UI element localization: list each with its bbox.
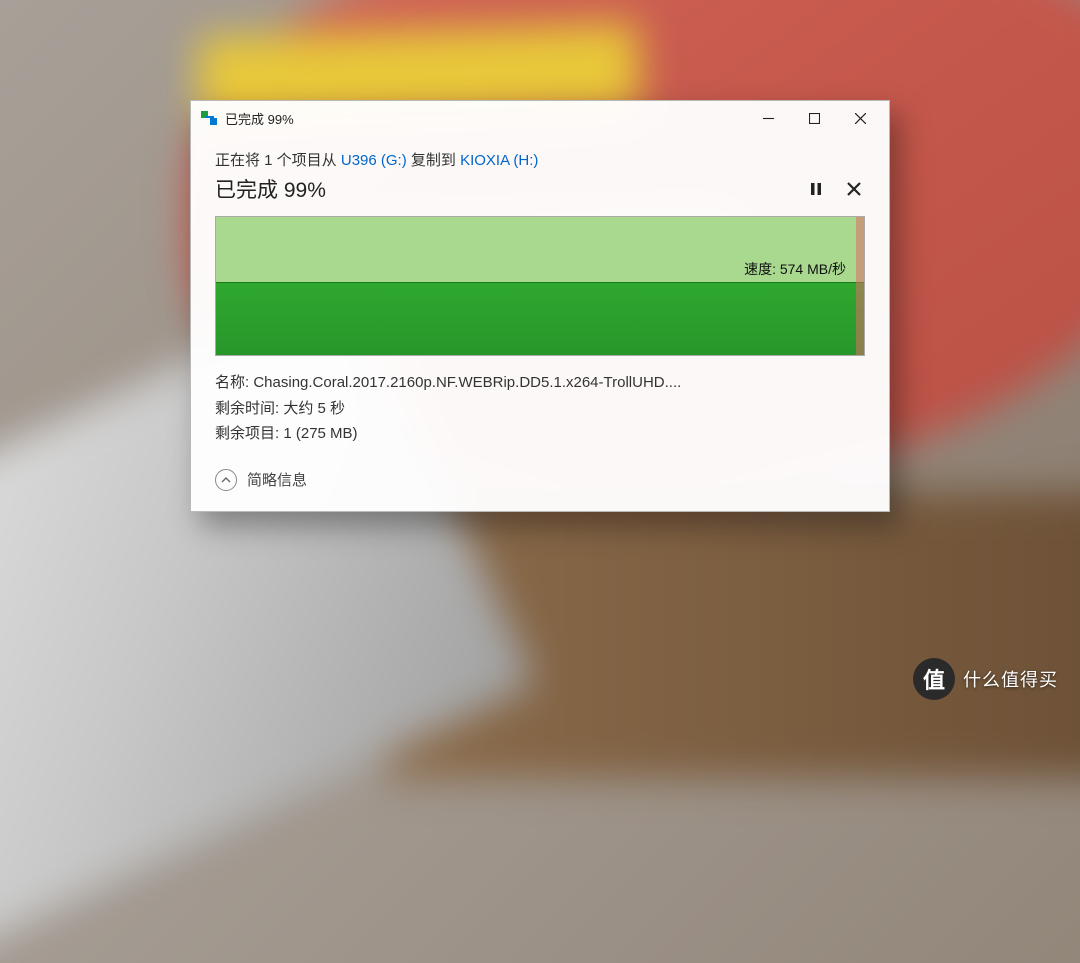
window-title: 已完成 99% [225, 109, 745, 128]
minimize-button[interactable] [745, 101, 791, 135]
items-remaining: 1 (275 MB) [283, 425, 357, 442]
copy-progress-dialog: 已完成 99% 正在将 1 个项目从 U396 (G:) 复制到 KIOXIA … [190, 100, 890, 512]
cancel-button[interactable] [843, 178, 865, 200]
pause-button[interactable] [805, 178, 827, 200]
chevron-up-icon [215, 469, 237, 491]
close-button[interactable] [837, 101, 883, 135]
watermark-badge: 值 [913, 658, 955, 700]
transfer-details: 名称: Chasing.Coral.2017.2160p.NF.WEBRip.D… [215, 370, 865, 447]
progress-status: 已完成 99% [215, 174, 789, 204]
file-name: Chasing.Coral.2017.2160p.NF.WEBRip.DD5.1… [253, 374, 681, 391]
more-details-toggle[interactable]: 简略信息 [215, 469, 865, 491]
watermark: 值 什么值得买 [913, 658, 1058, 700]
copy-icon [201, 110, 217, 126]
titlebar[interactable]: 已完成 99% [191, 101, 889, 135]
maximize-button[interactable] [791, 101, 837, 135]
watermark-text: 什么值得买 [963, 666, 1058, 692]
source-drive-link[interactable]: U396 (G:) [341, 152, 407, 169]
dest-drive-link[interactable]: KIOXIA (H:) [460, 152, 538, 169]
speed-label: 速度: 574 MB/秒 [744, 259, 846, 279]
time-remaining: 大约 5 秒 [283, 400, 345, 417]
speed-chart: 速度: 574 MB/秒 [215, 216, 865, 356]
copy-description: 正在将 1 个项目从 U396 (G:) 复制到 KIOXIA (H:) [215, 149, 865, 170]
